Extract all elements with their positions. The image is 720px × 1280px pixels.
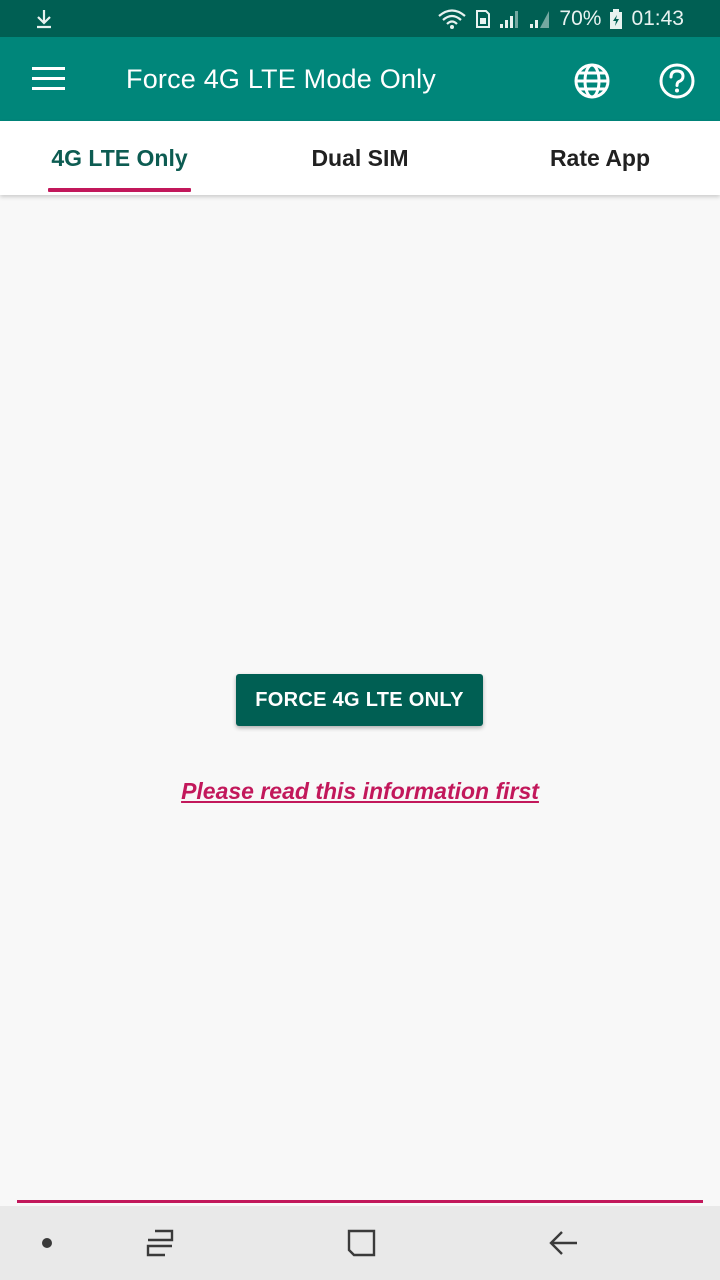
download-icon	[34, 8, 54, 35]
battery-icon	[609, 8, 623, 30]
signal-icon	[499, 9, 521, 29]
tab-4g-lte-only[interactable]: 4G LTE Only	[48, 121, 191, 195]
help-icon[interactable]	[657, 61, 697, 101]
back-icon[interactable]	[542, 1206, 586, 1280]
sim-icon	[475, 9, 491, 29]
wifi-icon	[437, 8, 467, 30]
tab-rate-app[interactable]: Rate App	[520, 121, 680, 195]
recents-icon[interactable]	[138, 1206, 182, 1280]
globe-icon[interactable]	[572, 61, 612, 101]
clock: 01:43	[631, 6, 684, 30]
status-icons: 70% 01:43	[437, 0, 684, 37]
status-bar: 70% 01:43	[0, 0, 720, 37]
divider	[17, 1200, 703, 1203]
tab-indicator	[48, 188, 191, 192]
app-bar: Force 4G LTE Mode Only	[0, 37, 720, 121]
battery-percent: 70%	[559, 6, 602, 30]
info-link[interactable]: Please read this information first	[0, 778, 720, 805]
app-title: Force 4G LTE Mode Only	[126, 64, 437, 94]
dot-icon[interactable]	[27, 1206, 67, 1280]
navigation-bar	[0, 1206, 720, 1280]
home-icon[interactable]	[340, 1206, 384, 1280]
tab-bar: 4G LTE Only Dual SIM Rate App	[0, 121, 720, 195]
menu-icon[interactable]	[30, 63, 70, 95]
force-4g-lte-button[interactable]: FORCE 4G LTE ONLY	[236, 674, 483, 726]
tab-dual-sim[interactable]: Dual SIM	[280, 121, 440, 195]
signal-icon	[529, 9, 551, 29]
